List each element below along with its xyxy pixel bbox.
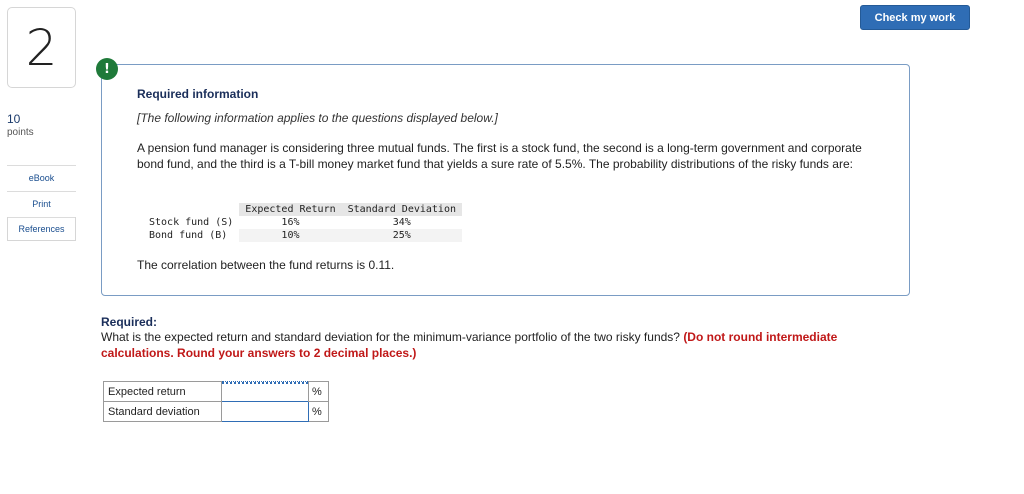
expected-return-value: 10% — [239, 229, 342, 242]
percent-unit: % — [308, 381, 329, 402]
correlation-text: The correlation between the fund returns… — [137, 258, 395, 272]
print-link[interactable]: Print — [7, 192, 76, 216]
expected-return-cell — [221, 381, 309, 402]
info-note: [The following information applies to th… — [137, 111, 498, 125]
fund-name: Bond fund (B) — [149, 230, 228, 241]
info-title: Required information — [137, 87, 259, 101]
table-row: Stock fund (S) 16% 34% — [143, 216, 462, 229]
header-standard-deviation: Standard Deviation — [341, 203, 462, 216]
answer-table: Expected return % Standard deviation % — [103, 381, 329, 422]
table-row: Bond fund (B) 10% 25% — [143, 229, 462, 242]
standard-deviation-input[interactable] — [222, 402, 308, 421]
info-paragraph: A pension fund manager is considering th… — [137, 141, 862, 171]
distribution-table: Expected Return Standard Deviation Stock… — [143, 203, 462, 242]
ebook-link[interactable]: eBook — [7, 166, 76, 190]
standard-deviation-cell — [221, 401, 309, 422]
table-corner — [143, 203, 239, 216]
required-question: What is the expected return and standard… — [101, 330, 891, 361]
points-label: points — [7, 127, 34, 138]
std-dev-value: 25% — [341, 229, 462, 242]
question-number: 2 — [7, 7, 76, 88]
references-box — [7, 217, 76, 241]
expected-return-value: 16% — [281, 217, 300, 228]
alert-icon: ! — [96, 58, 118, 80]
fund-name: Stock fund (S) — [149, 217, 234, 228]
expected-return-input[interactable] — [222, 382, 308, 401]
required-label: Required: — [101, 315, 158, 329]
standard-deviation-label: Standard deviation — [103, 401, 222, 422]
points-value: 10 — [7, 112, 21, 126]
header-expected-return: Expected Return — [239, 203, 342, 216]
table-row: Standard deviation % — [103, 401, 329, 422]
check-my-work-button[interactable]: Check my work — [860, 5, 970, 30]
table-row: Expected return % — [103, 381, 329, 402]
expected-return-label: Expected return — [103, 381, 222, 402]
question-text: What is the expected return and standard… — [101, 330, 680, 344]
std-dev-value: 34% — [392, 217, 411, 228]
percent-unit: % — [308, 401, 329, 422]
